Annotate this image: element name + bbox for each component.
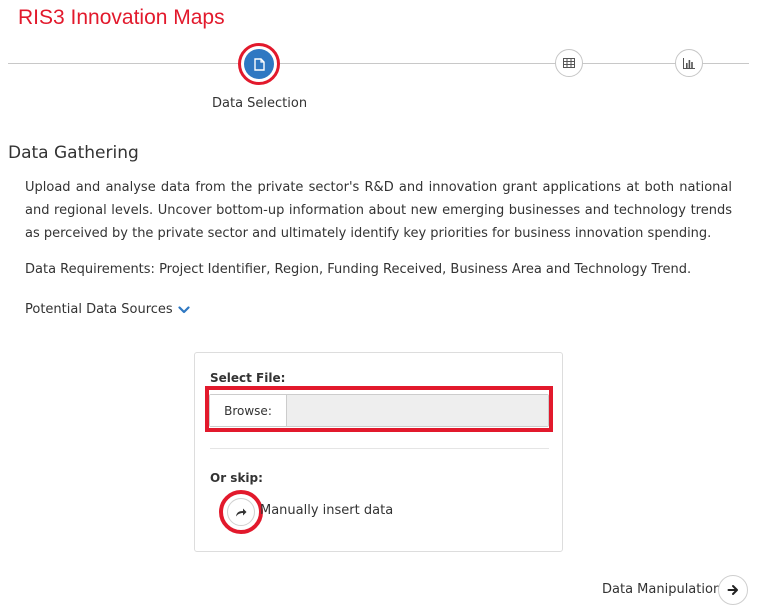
or-skip-label: Or skip: — [210, 471, 263, 485]
section-title: Data Gathering — [8, 143, 139, 163]
app-title: RIS3 Innovation Maps — [18, 6, 225, 29]
step-active-circle — [244, 49, 274, 79]
skip-button-highlight — [219, 490, 263, 534]
arrow-right-icon — [727, 585, 738, 595]
manual-insert-button[interactable] — [227, 498, 255, 526]
manual-insert-label[interactable]: Manually insert data — [260, 503, 393, 518]
file-input-group[interactable]: Browse: — [209, 394, 549, 427]
bar-chart-icon — [683, 57, 695, 69]
data-requirements: Data Requirements: Project Identifier, R… — [25, 262, 692, 277]
step-chart[interactable] — [675, 49, 703, 77]
chevron-down-icon — [178, 305, 190, 313]
table-icon — [563, 58, 575, 68]
step-table[interactable] — [555, 49, 583, 77]
browse-button[interactable]: Browse: — [210, 395, 287, 426]
panel-divider — [210, 448, 549, 449]
step-label-data-selection: Data Selection — [212, 96, 308, 111]
section-description: Upload and analyse data from the private… — [25, 180, 732, 241]
next-step-label[interactable]: Data Manipulation — [602, 582, 721, 597]
file-icon — [253, 57, 265, 71]
step-data-selection[interactable] — [238, 43, 280, 85]
potential-data-sources-label: Potential Data Sources — [25, 302, 173, 317]
share-arrow-icon — [236, 508, 247, 517]
stepper-line — [8, 63, 749, 64]
upload-panel: Select File: Browse: Or skip: Manually i… — [194, 352, 563, 552]
next-step-button[interactable] — [718, 575, 748, 605]
potential-data-sources-toggle[interactable]: Potential Data Sources — [25, 302, 190, 317]
file-path-field[interactable] — [287, 395, 548, 426]
select-file-label: Select File: — [210, 371, 286, 385]
